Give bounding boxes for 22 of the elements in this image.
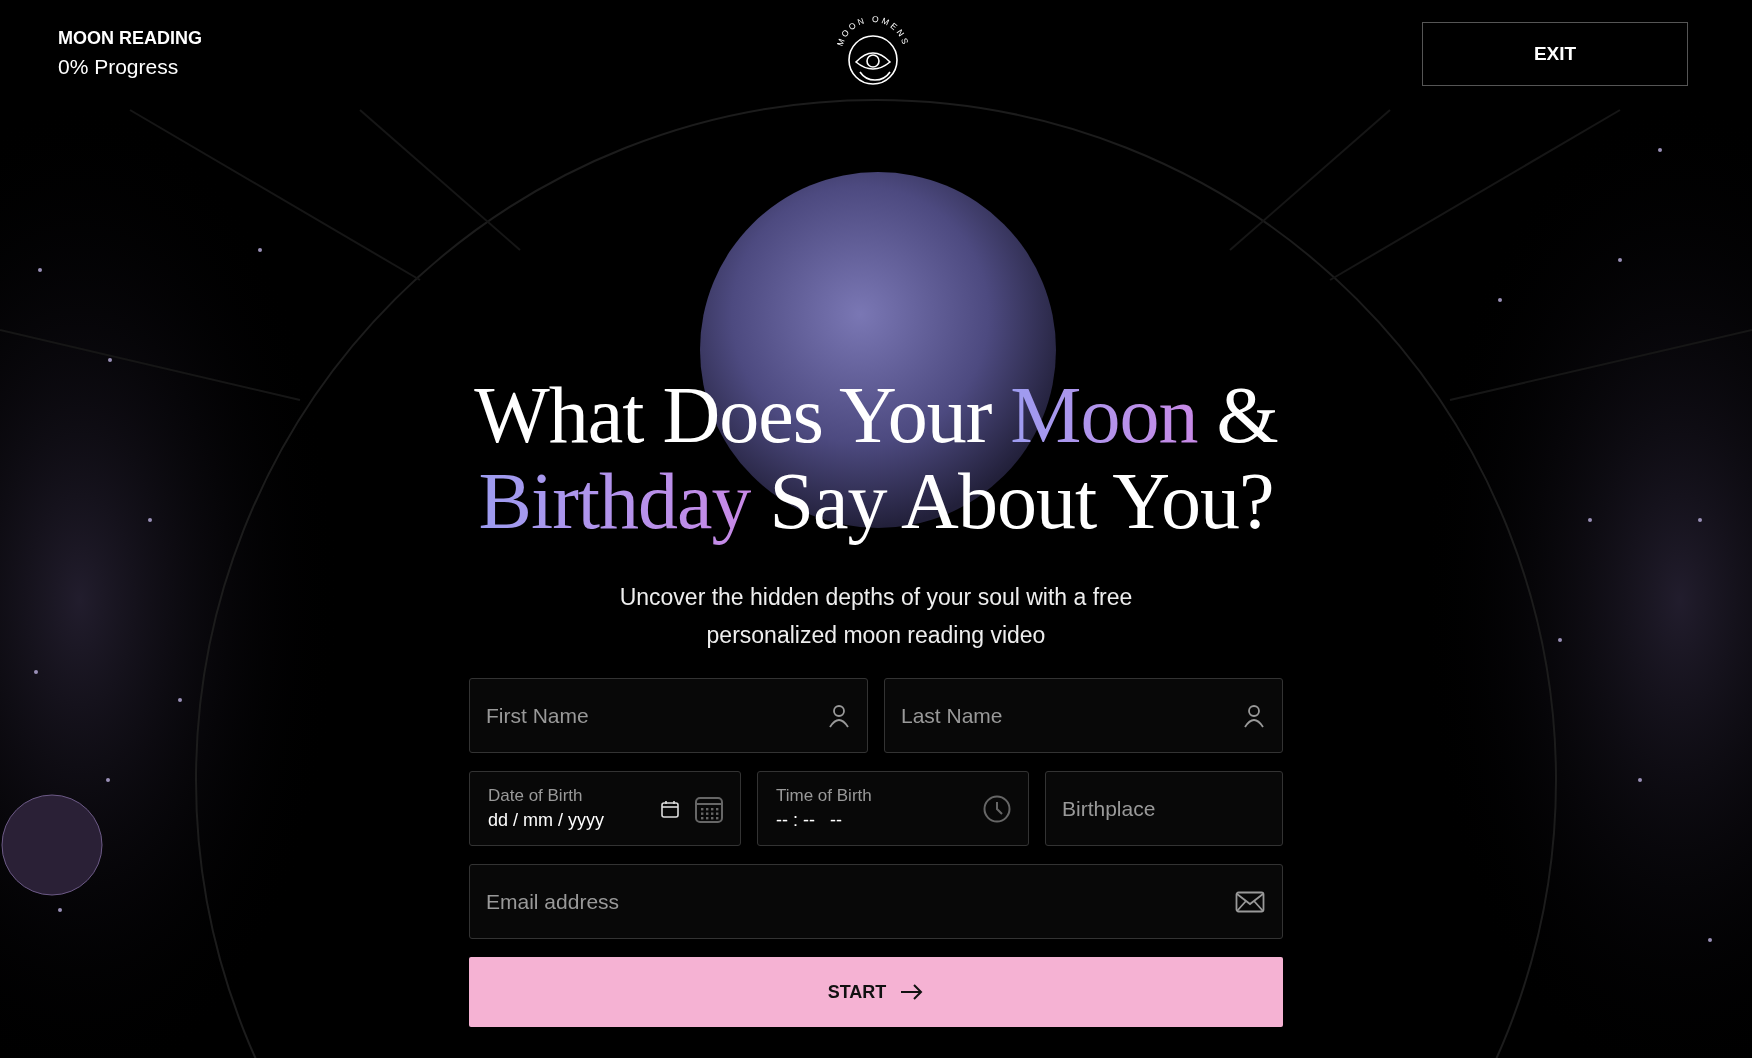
name-field[interactable]: First Name bbox=[469, 678, 868, 753]
field-label: Date of Birth bbox=[488, 786, 584, 806]
person-icon bbox=[828, 703, 850, 728]
page-title: MOON READING bbox=[58, 28, 203, 49]
headline: What Does Your Moon & Birthday Say About You? bbox=[474, 372, 1278, 544]
calendar-icon[interactable] bbox=[660, 798, 680, 819]
field-placeholder: -- : -- -- bbox=[776, 810, 843, 831]
email-field[interactable]: Email address bbox=[469, 864, 1283, 939]
subtitle: Uncover the hidden depths of your soul with a free personalized moon reading video bbox=[618, 583, 1134, 650]
time-field[interactable]: Time of Birth -- : -- -- bbox=[757, 771, 1029, 846]
date-field[interactable]: Date of Birth dd / mm / yyyy bbox=[469, 771, 741, 846]
arrow-right-icon bbox=[900, 984, 925, 1000]
clock-icon bbox=[982, 793, 1012, 824]
envelope-icon bbox=[1235, 890, 1265, 913]
exit-button[interactable]: EXIT bbox=[1422, 22, 1688, 86]
field-label: Time of Birth bbox=[776, 786, 873, 806]
start-button[interactable]: START bbox=[469, 957, 1283, 1027]
field-placeholder: dd / mm / yyyy bbox=[488, 810, 605, 831]
birthplace-field[interactable]: Birthplace bbox=[1045, 771, 1283, 846]
progress-text: 0% Progress bbox=[58, 55, 180, 79]
name-field[interactable]: Last Name bbox=[884, 678, 1283, 753]
person-icon bbox=[1243, 703, 1265, 728]
